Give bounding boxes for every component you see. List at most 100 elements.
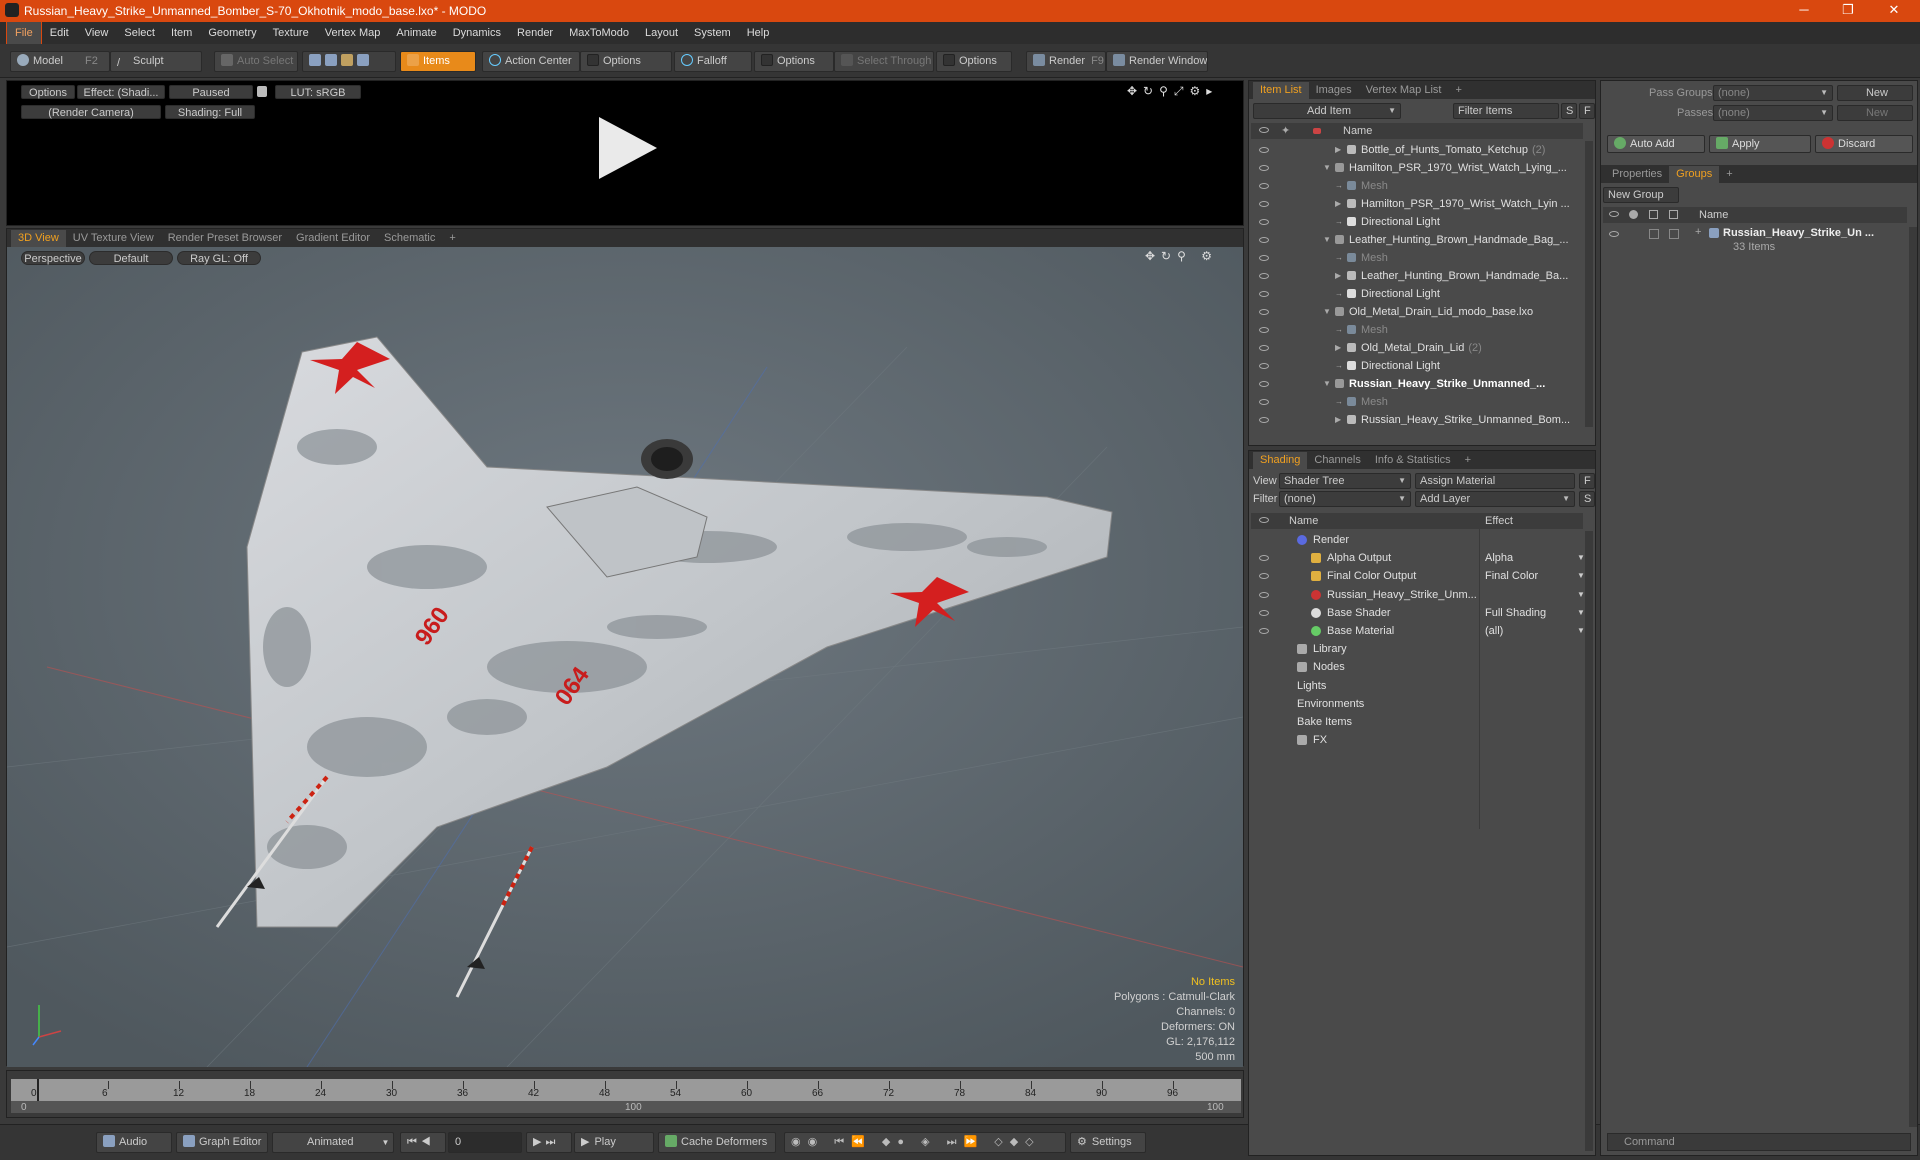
- menu-vertex-map[interactable]: Vertex Map: [317, 22, 389, 44]
- visibility-eye-icon[interactable]: [1259, 309, 1269, 315]
- shader-tree-row[interactable]: Base Shader Full Shading ▼: [1251, 604, 1585, 622]
- menu-dynamics[interactable]: Dynamics: [445, 22, 509, 44]
- keyframe-controls[interactable]: ◉◉ ⏮⏪ ◆● ◈ ⏭⏩ ◇◆◇: [784, 1132, 1066, 1153]
- tab-item-list[interactable]: Item List: [1253, 82, 1309, 99]
- tab-3d-view[interactable]: 3D View: [11, 230, 66, 247]
- tab-groups[interactable]: Groups: [1669, 166, 1720, 183]
- audio-button[interactable]: Audio: [96, 1132, 172, 1153]
- tab-uv-texture-view[interactable]: UV Texture View: [66, 230, 161, 247]
- item-list-row[interactable]: → Directional Light: [1251, 285, 1583, 303]
- items-mode-button[interactable]: Items: [400, 51, 476, 72]
- visibility-eye-icon[interactable]: [1259, 291, 1269, 297]
- effect-arrow-icon[interactable]: ▼: [1577, 549, 1585, 567]
- child-arrow-icon[interactable]: →: [1335, 357, 1343, 375]
- expand-arrow-icon[interactable]: ▶: [1335, 267, 1341, 285]
- expand-arrow-icon[interactable]: ▶: [1335, 411, 1341, 425]
- shading-f-button[interactable]: F: [1579, 473, 1595, 489]
- visibility-eye-icon[interactable]: [1259, 591, 1269, 598]
- item-list-row[interactable]: → Mesh: [1251, 393, 1583, 411]
- preview-nav-icons[interactable]: ✥↻⚲⤢⚙▸: [1127, 84, 1218, 99]
- child-arrow-icon[interactable]: →: [1335, 177, 1343, 195]
- tab-gradient-editor[interactable]: Gradient Editor: [289, 230, 377, 247]
- select-through-button[interactable]: Select Through: [834, 51, 934, 72]
- shader-tree-row[interactable]: Library: [1251, 640, 1583, 658]
- visibility-eye-icon[interactable]: [1259, 573, 1269, 580]
- add-layer-dropdown[interactable]: Add Layer: [1415, 491, 1575, 507]
- child-arrow-icon[interactable]: →: [1335, 249, 1343, 267]
- groups-scrollbar[interactable]: [1909, 227, 1917, 1127]
- shader-tree-row[interactable]: Russian_Heavy_Strike_Unm... ▼: [1251, 586, 1585, 604]
- effect-arrow-icon[interactable]: ▼: [1577, 586, 1585, 604]
- child-arrow-icon[interactable]: →: [1335, 321, 1343, 339]
- preview-paused-button[interactable]: Paused: [169, 85, 253, 99]
- pass-groups-dropdown[interactable]: (none): [1713, 85, 1833, 101]
- shader-tree-row[interactable]: Alpha Output Alpha ▼: [1251, 549, 1585, 567]
- visibility-eye-icon[interactable]: [1259, 201, 1269, 207]
- collapse-arrow-icon[interactable]: ▼: [1323, 231, 1331, 249]
- options-button-3[interactable]: Options: [936, 51, 1012, 72]
- perspective-dropdown[interactable]: Perspective: [21, 251, 85, 265]
- item-list-row[interactable]: ▼ Leather_Hunting_Brown_Handmade_Bag_...: [1251, 231, 1583, 249]
- add-tab-button[interactable]: +: [442, 230, 462, 247]
- shader-tree-dropdown[interactable]: Shader Tree: [1279, 473, 1411, 489]
- menu-system[interactable]: System: [686, 22, 739, 44]
- default-dropdown[interactable]: Default: [89, 251, 173, 265]
- item-list-scrollbar[interactable]: [1585, 141, 1593, 427]
- visibility-eye-icon[interactable]: [1259, 417, 1269, 423]
- visibility-eye-icon[interactable]: [1259, 165, 1269, 171]
- visibility-eye-icon[interactable]: [1259, 183, 1269, 189]
- eye-icon[interactable]: [1609, 231, 1619, 237]
- item-list-row[interactable]: ▶ Bottle_of_Hunts_Tomato_Ketchup (2): [1251, 141, 1583, 159]
- shader-tree-row[interactable]: Bake Items: [1251, 713, 1583, 731]
- menu-layout[interactable]: Layout: [637, 22, 686, 44]
- menu-animate[interactable]: Animate: [388, 22, 444, 44]
- item-list-row[interactable]: → Mesh: [1251, 249, 1583, 267]
- child-arrow-icon[interactable]: →: [1335, 213, 1343, 231]
- new-pass-group-button[interactable]: New: [1837, 85, 1913, 101]
- shader-tree-row[interactable]: Lights: [1251, 677, 1583, 695]
- polygons-mode-icon[interactable]: [341, 54, 353, 66]
- menu-geometry[interactable]: Geometry: [200, 22, 264, 44]
- add-tab-button[interactable]: +: [1719, 166, 1739, 183]
- maximize-button[interactable]: ❐: [1826, 0, 1870, 22]
- filter-f-button[interactable]: F: [1579, 103, 1595, 119]
- tab-properties[interactable]: Properties: [1605, 166, 1669, 183]
- item-list-row[interactable]: → Directional Light: [1251, 357, 1583, 375]
- playhead[interactable]: [37, 1079, 39, 1101]
- new-pass-button[interactable]: New: [1837, 105, 1913, 121]
- viewport-canvas[interactable]: 960 064: [7, 247, 1243, 1067]
- auto-select-button[interactable]: Auto Select: [214, 51, 298, 72]
- model-button[interactable]: Model F2: [10, 51, 110, 72]
- expand-arrow-icon[interactable]: ▶: [1335, 141, 1341, 159]
- materials-mode-icon[interactable]: [357, 54, 369, 66]
- visibility-eye-icon[interactable]: [1259, 628, 1269, 634]
- shader-tree-row[interactable]: Environments: [1251, 695, 1583, 713]
- effect-dropdown[interactable]: Alpha: [1485, 549, 1513, 567]
- action-center-button[interactable]: Action Center: [482, 51, 580, 72]
- item-list-row[interactable]: ▶ Leather_Hunting_Brown_Handmade_Ba...: [1251, 267, 1583, 285]
- filter-dropdown[interactable]: (none): [1279, 491, 1411, 507]
- child-arrow-icon[interactable]: →: [1335, 285, 1343, 303]
- menu-edit[interactable]: Edit: [42, 22, 77, 44]
- auto-add-button[interactable]: Auto Add: [1607, 135, 1705, 153]
- frame-input[interactable]: 0: [448, 1132, 522, 1153]
- expand-icon[interactable]: +: [1695, 226, 1701, 238]
- raygl-dropdown[interactable]: Ray GL: Off: [177, 251, 261, 265]
- tab-render-preset-browser[interactable]: Render Preset Browser: [161, 230, 289, 247]
- menu-render[interactable]: Render: [509, 22, 561, 44]
- group-row[interactable]: + Russian_Heavy_Strike_Un ... 33 Items: [1603, 226, 1907, 259]
- falloff-button[interactable]: Falloff: [674, 51, 752, 72]
- timeline[interactable]: 0 6 12 18 24 30 36 42 48 54 60 66 72 78 84 90 96 0 100 100: [6, 1070, 1244, 1118]
- menu-file[interactable]: File: [6, 21, 42, 45]
- shading-s-button[interactable]: S: [1579, 491, 1595, 507]
- play-icon[interactable]: [591, 113, 661, 183]
- tab-info-statistics[interactable]: Info & Statistics: [1368, 452, 1458, 469]
- expand-arrow-icon[interactable]: ▶: [1335, 195, 1341, 213]
- filter-items-input[interactable]: Filter Items: [1453, 103, 1559, 119]
- shading-scrollbar[interactable]: [1585, 531, 1593, 1151]
- visibility-eye-icon[interactable]: [1259, 219, 1269, 225]
- effect-arrow-icon[interactable]: ▼: [1577, 567, 1585, 585]
- effect-dropdown[interactable]: Full Shading: [1485, 604, 1546, 622]
- item-list-row[interactable]: ▼ Old_Metal_Drain_Lid_modo_base.lxo: [1251, 303, 1583, 321]
- passes-dropdown[interactable]: (none): [1713, 105, 1833, 121]
